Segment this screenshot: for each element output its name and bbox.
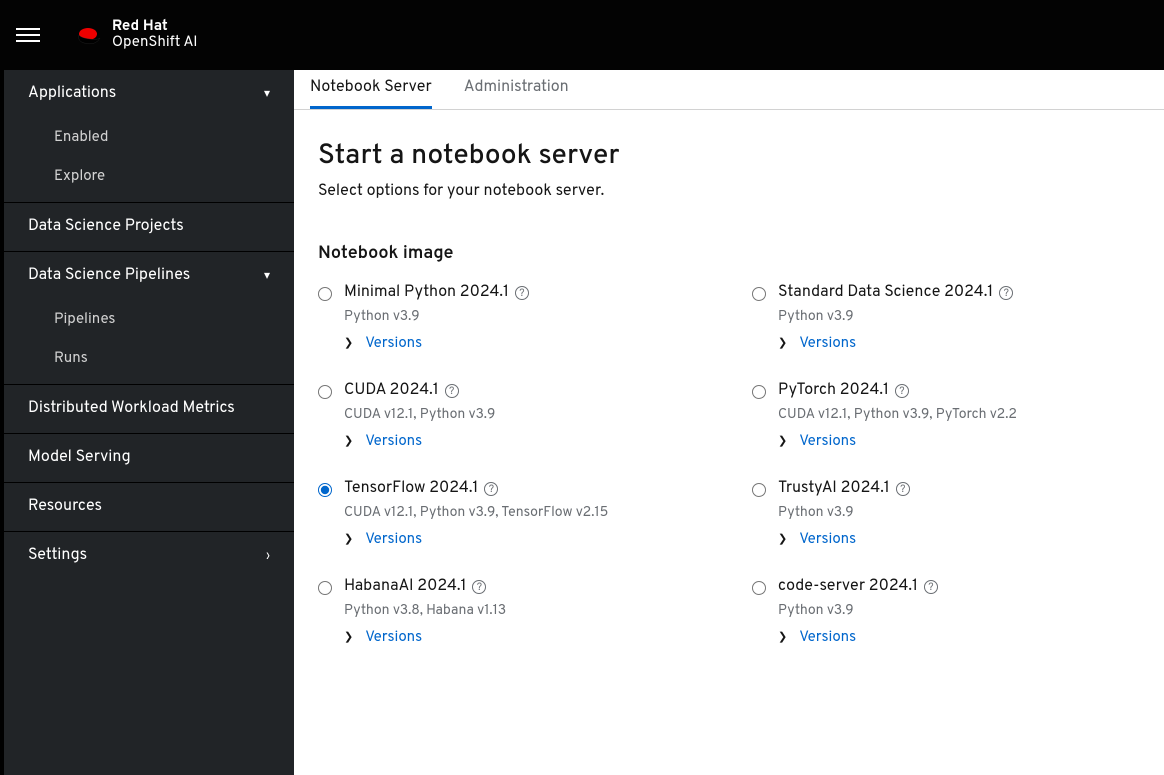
notebook-image-radio[interactable]	[752, 385, 766, 399]
help-icon[interactable]: ?	[895, 384, 909, 398]
help-icon[interactable]: ?	[445, 384, 459, 398]
notebook-image-radio[interactable]	[752, 287, 766, 301]
brand-line2: OpenShift AI	[112, 35, 197, 52]
notebook-image-title: code-server 2024.1?	[778, 577, 1138, 597]
notebook-image-radio[interactable]	[752, 581, 766, 595]
expand-versions-icon[interactable]: ❯	[344, 630, 353, 645]
notebook-image-option[interactable]: Standard Data Science 2024.1? Python v3.9…	[752, 283, 1138, 353]
sidebar-item-distributed-workload-metrics[interactable]: Distributed Workload Metrics	[4, 384, 294, 433]
versions-link[interactable]: Versions	[799, 628, 856, 647]
expand-versions-icon[interactable]: ❯	[344, 532, 353, 547]
tab-administration[interactable]: Administration	[464, 70, 569, 109]
chevron-down-icon: ▾	[264, 268, 270, 284]
sidebar-item-data-science-pipelines[interactable]: Data Science Pipelines ▾	[4, 251, 294, 300]
versions-link[interactable]: Versions	[365, 628, 422, 647]
notebook-image-description: CUDA v12.1, Python v3.9, PyTorch v2.2	[778, 407, 1138, 424]
notebook-image-option[interactable]: TensorFlow 2024.1? CUDA v12.1, Python v3.…	[318, 479, 704, 549]
notebook-image-grid: Minimal Python 2024.1? Python v3.9 ❯ Versio…	[318, 283, 1138, 647]
notebook-image-option[interactable]: TrustyAI 2024.1? Python v3.9 ❯ Versions	[752, 479, 1138, 549]
notebook-image-option[interactable]: CUDA 2024.1? CUDA v12.1, Python v3.9 ❯ Vers…	[318, 381, 704, 451]
tab-notebook-server[interactable]: Notebook Server	[310, 70, 432, 109]
sidebar-item-explore[interactable]: Explore	[4, 157, 294, 202]
notebook-image-radio[interactable]	[318, 287, 332, 301]
help-icon[interactable]: ?	[515, 286, 529, 300]
expand-versions-icon[interactable]: ❯	[778, 630, 787, 645]
notebook-image-title: PyTorch 2024.1?	[778, 381, 1138, 401]
page-subtitle: Select options for your notebook server.	[318, 182, 1140, 202]
tabs: Notebook Server Administration	[294, 70, 1164, 110]
notebook-image-title: TensorFlow 2024.1?	[344, 479, 704, 499]
expand-versions-icon[interactable]: ❯	[344, 434, 353, 449]
sidebar: Applications ▾ Enabled Explore Data Scie…	[0, 70, 294, 775]
notebook-image-description: Python v3.9	[778, 309, 1138, 326]
notebook-image-radio[interactable]	[318, 581, 332, 595]
notebook-image-option[interactable]: code-server 2024.1? Python v3.9 ❯ Versions	[752, 577, 1138, 647]
versions-link[interactable]: Versions	[365, 530, 422, 549]
notebook-image-description: CUDA v12.1, Python v3.9, TensorFlow v2.1…	[344, 505, 704, 522]
help-icon[interactable]: ?	[472, 580, 486, 594]
notebook-image-title: Minimal Python 2024.1?	[344, 283, 704, 303]
notebook-image-title: CUDA 2024.1?	[344, 381, 704, 401]
notebook-image-title: HabanaAI 2024.1?	[344, 577, 704, 597]
versions-link[interactable]: Versions	[799, 530, 856, 549]
help-icon[interactable]: ?	[896, 482, 910, 496]
chevron-right-icon: ›	[266, 548, 270, 564]
expand-versions-icon[interactable]: ❯	[778, 434, 787, 449]
notebook-image-radio[interactable]	[318, 483, 332, 497]
chevron-down-icon: ▾	[264, 86, 270, 102]
sidebar-item-enabled[interactable]: Enabled	[4, 118, 294, 157]
notebook-image-option[interactable]: Minimal Python 2024.1? Python v3.9 ❯ Versio…	[318, 283, 704, 353]
topbar: Red Hat OpenShift AI	[0, 0, 1164, 70]
section-notebook-image: Notebook image	[318, 242, 1140, 265]
main-content: Notebook Server Administration Start a n…	[294, 70, 1164, 775]
sidebar-item-data-science-projects[interactable]: Data Science Projects	[4, 202, 294, 251]
notebook-image-radio[interactable]	[752, 483, 766, 497]
expand-versions-icon[interactable]: ❯	[344, 336, 353, 351]
notebook-image-description: CUDA v12.1, Python v3.9	[344, 407, 704, 424]
notebook-image-title: Standard Data Science 2024.1?	[778, 283, 1138, 303]
notebook-image-option[interactable]: PyTorch 2024.1? CUDA v12.1, Python v3.9, …	[752, 381, 1138, 451]
sidebar-item-resources[interactable]: Resources	[4, 482, 294, 531]
help-icon[interactable]: ?	[999, 286, 1013, 300]
brand: Red Hat OpenShift AI	[76, 19, 197, 52]
sidebar-item-model-serving[interactable]: Model Serving	[4, 433, 294, 482]
notebook-image-description: Python v3.9	[778, 505, 1138, 522]
sidebar-item-settings[interactable]: Settings ›	[4, 531, 294, 580]
sidebar-item-runs[interactable]: Runs	[4, 339, 294, 384]
sidebar-item-applications[interactable]: Applications ▾	[4, 70, 294, 118]
hamburger-menu-button[interactable]	[16, 23, 40, 47]
versions-link[interactable]: Versions	[799, 334, 856, 353]
sidebar-item-pipelines[interactable]: Pipelines	[4, 300, 294, 339]
notebook-image-description: Python v3.8, Habana v1.13	[344, 603, 704, 620]
help-icon[interactable]: ?	[924, 580, 938, 594]
notebook-image-description: Python v3.9	[344, 309, 704, 326]
expand-versions-icon[interactable]: ❯	[778, 532, 787, 547]
notebook-image-description: Python v3.9	[778, 603, 1138, 620]
help-icon[interactable]: ?	[484, 482, 498, 496]
page-title: Start a notebook server	[318, 138, 1140, 174]
versions-link[interactable]: Versions	[365, 334, 422, 353]
notebook-image-title: TrustyAI 2024.1?	[778, 479, 1138, 499]
versions-link[interactable]: Versions	[799, 432, 856, 451]
notebook-image-option[interactable]: HabanaAI 2024.1? Python v3.8, Habana v1.1…	[318, 577, 704, 647]
versions-link[interactable]: Versions	[365, 432, 422, 451]
redhat-logo-icon	[76, 25, 102, 45]
expand-versions-icon[interactable]: ❯	[778, 336, 787, 351]
notebook-image-radio[interactable]	[318, 385, 332, 399]
